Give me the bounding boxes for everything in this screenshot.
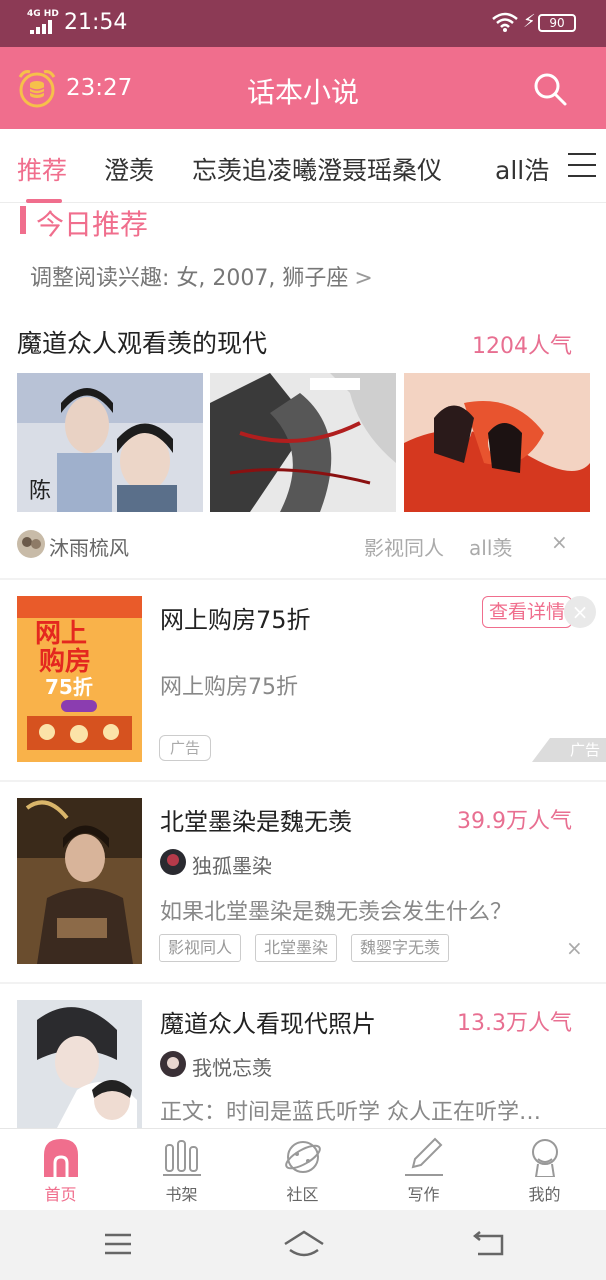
nav-label: 社区 [286, 1185, 319, 1204]
svg-text:陈: 陈 [29, 479, 51, 504]
tab-wangxian-group[interactable]: 忘羡追凌曦澄聂瑶桑仪 [192, 151, 442, 187]
featured-image-3[interactable] [404, 373, 590, 512]
view-details-button[interactable]: 查看详情 [482, 596, 572, 628]
interest-text: 调整阅读兴趣: 女, 2007, 狮子座 [30, 266, 349, 291]
story-popularity-2: 13.3万人气 [457, 1011, 572, 1036]
dismiss-story-icon[interactable]: × [566, 936, 583, 960]
dismiss-featured-icon[interactable]: × [551, 530, 568, 554]
nav-bookshelf[interactable]: 书架 [121, 1129, 242, 1211]
featured-meta: 沐雨梳风 影视同人 all羡 × [17, 530, 597, 560]
divider [0, 578, 606, 580]
app-header: 23:27 话本小说 [0, 47, 606, 129]
profile-icon [532, 1139, 558, 1177]
nav-profile[interactable]: 我的 [484, 1129, 605, 1211]
story-desc-1: 如果北堂墨染是魏无羡会发生什么？ [160, 900, 513, 925]
ad-cover-text-1: 网上 [35, 619, 87, 649]
nav-label: 书架 [165, 1185, 198, 1204]
ad-corner-badge: 广告 [532, 738, 606, 762]
charging-icon: ⚡ [523, 11, 536, 32]
section-title: 今日推荐 [36, 208, 149, 241]
featured-tag-1[interactable]: 影视同人 [364, 532, 444, 561]
tab-allhao[interactable]: all浩 [495, 151, 549, 187]
home-button-icon[interactable] [283, 1230, 325, 1260]
story-tag[interactable]: 北堂墨染 [255, 934, 338, 962]
nav-label: 首页 [44, 1185, 77, 1204]
status-bar: 4G HD 21:54 ⚡ 90 [0, 0, 606, 47]
nav-write[interactable]: 写作 [363, 1129, 484, 1211]
story-author-1[interactable]: 独孤墨染 [192, 850, 272, 879]
chevron-right-icon: > [354, 266, 373, 291]
menu-icon[interactable] [568, 153, 596, 177]
featured-tag-2[interactable]: all羡 [469, 532, 512, 561]
home-icon [44, 1139, 78, 1177]
recent-apps-icon[interactable] [104, 1230, 132, 1258]
featured-image-2[interactable] [210, 373, 396, 512]
ad-cover-text-2: 购房 [39, 647, 91, 677]
story-tag[interactable]: 魏婴字无羡 [351, 934, 450, 962]
write-pen-icon [405, 1137, 443, 1176]
tab-chengxian[interactable]: 澄羡 [104, 151, 154, 187]
story-popularity-1: 39.9万人气 [457, 809, 572, 834]
nav-home[interactable]: 首页 [0, 1129, 121, 1211]
story-tag[interactable]: 影视同人 [159, 934, 242, 962]
story-cover-1[interactable] [17, 798, 142, 964]
community-planet-icon [285, 1141, 321, 1173]
author-avatar[interactable] [160, 1051, 186, 1077]
bottom-navigation: 首页 书架 社区 写作 我的 [0, 1128, 606, 1210]
back-icon[interactable] [472, 1230, 504, 1258]
divider [0, 982, 606, 984]
author-avatar[interactable] [17, 530, 45, 558]
category-tabs: 推荐 澄羡 忘羡追凌曦澄聂瑶桑仪 all浩 [0, 129, 606, 203]
story-title-1[interactable]: 北堂墨染是魏无羡 [160, 802, 352, 837]
search-icon[interactable] [532, 71, 568, 107]
battery-indicator: 90 [538, 14, 576, 32]
ad-cover-text-3: 75折 [45, 675, 93, 699]
interest-adjust-link[interactable]: 调整阅读兴趣: 女, 2007, 狮子座 > [30, 260, 373, 292]
network-type: 4G HD [27, 9, 59, 19]
author-avatar[interactable] [160, 849, 186, 875]
story-author-2[interactable]: 我悦忘羡 [192, 1052, 272, 1081]
nav-label: 写作 [407, 1185, 440, 1204]
ad-title[interactable]: 网上购房75折 [160, 600, 311, 635]
wifi-icon [492, 12, 518, 32]
app-title: 话本小说 [246, 76, 359, 109]
status-time: 21:54 [64, 10, 128, 35]
story-desc-2: 正文：时间是蓝氏听学 众人正在听学… [160, 1100, 541, 1125]
ad-cover-image[interactable]: 网上 购房 75折 [17, 596, 142, 762]
close-ad-icon[interactable]: × [564, 596, 596, 628]
featured-title[interactable]: 魔道众人观看羡的现代 [17, 324, 267, 360]
bookshelf-icon [163, 1140, 201, 1176]
signal-icon [30, 20, 54, 34]
ad-description: 网上购房75折 [160, 675, 298, 700]
divider [0, 780, 606, 782]
story-cover-2[interactable] [17, 1000, 142, 1128]
featured-popularity: 1204人气 [472, 334, 572, 359]
nav-label: 我的 [528, 1185, 561, 1204]
section-accent-bar [20, 206, 26, 234]
tab-recommend[interactable]: 推荐 [17, 151, 67, 187]
story-title-2[interactable]: 魔道众人看现代照片 [160, 1004, 376, 1039]
ad-label-chip: 广告 [159, 735, 212, 761]
featured-author[interactable]: 沐雨梳风 [49, 532, 129, 561]
featured-image-1[interactable]: 陈 [17, 373, 203, 512]
system-navigation-bar [0, 1210, 606, 1280]
nav-community[interactable]: 社区 [242, 1129, 363, 1211]
